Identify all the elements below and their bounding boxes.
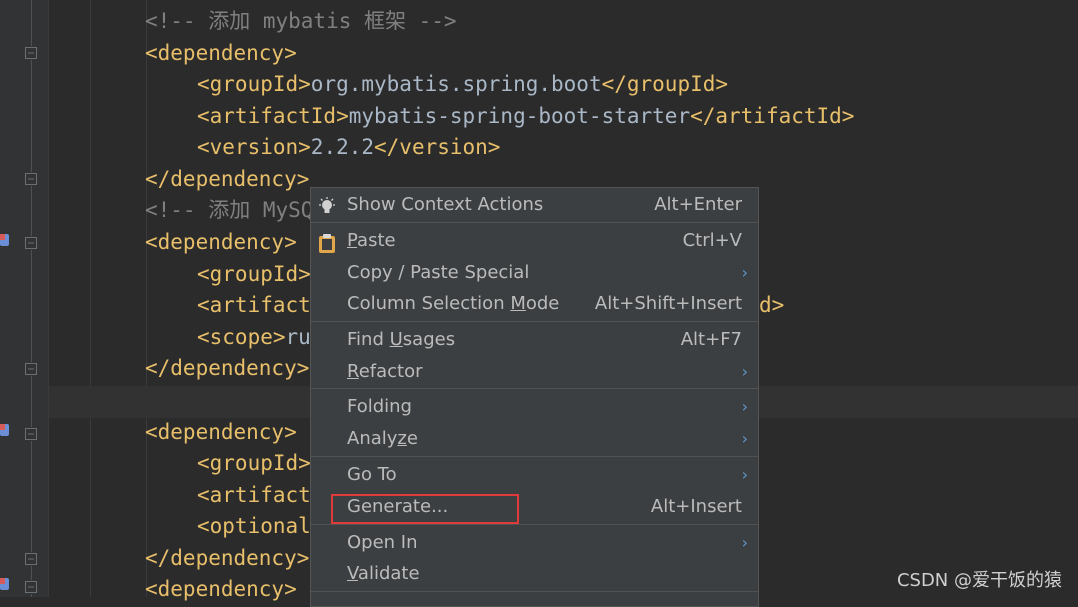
code-scope-line[interactable]: <scope>ru (197, 322, 311, 353)
code-artifactid-line[interactable]: <artifact (197, 290, 311, 321)
menu-item-label: Refactor (347, 361, 423, 382)
menu-item-refactor[interactable]: Refactor › (311, 356, 758, 388)
indent-guide (146, 0, 147, 597)
menu-separator (311, 222, 758, 223)
menu-item-go-to[interactable]: Go To › (311, 459, 758, 491)
submenu-arrow-icon: › (741, 362, 748, 381)
code-artifactid-line[interactable]: <artifact (197, 480, 311, 511)
gutter-separator (48, 0, 49, 597)
code-dependency-open[interactable]: <dependency> (145, 227, 297, 258)
code-dependency-close[interactable]: </dependency> (145, 164, 309, 195)
menu-item-show-context-actions[interactable]: Show Context Actions Alt+Enter (311, 189, 758, 221)
menu-item-label: Go To (347, 464, 397, 485)
editor-gutter (0, 0, 48, 597)
menu-item-label: Paste (347, 230, 396, 251)
fold-close-icon[interactable] (24, 172, 38, 186)
menu-item-column-selection-mode[interactable]: Column Selection Mode Alt+Shift+Insert (311, 288, 758, 320)
xml-tag: </artifactId> (690, 104, 855, 128)
menu-item-shortcut: Alt+F7 (680, 329, 742, 350)
lightbulb-icon (317, 196, 337, 216)
menu-item-folding[interactable]: Folding › (311, 391, 758, 423)
menu-item-paste[interactable]: Paste Ctrl+V (311, 225, 758, 257)
menu-item-shortcut: Alt+Insert (650, 496, 742, 517)
menu-item-label: Analyze (347, 428, 418, 449)
fold-close-icon[interactable] (24, 552, 38, 566)
menu-item-analyze[interactable]: Analyze › (311, 423, 758, 455)
menu-item-find-usages[interactable]: Find Usages Alt+F7 (311, 324, 758, 356)
fold-line (31, 0, 32, 597)
xml-tag: <version> (197, 135, 311, 159)
dependency-gutter-icon[interactable] (0, 576, 10, 592)
menu-item-label: Copy / Paste Special (347, 262, 530, 283)
submenu-arrow-icon: › (741, 397, 748, 416)
submenu-arrow-icon: › (741, 465, 748, 484)
code-dependency-close[interactable]: </dependency> (145, 353, 309, 384)
menu-item-label: Folding (347, 396, 412, 417)
menu-item-label: Show Context Actions (347, 194, 544, 215)
code-dependency-open[interactable]: <dependency> (145, 417, 297, 448)
annotation-highlight-box (331, 494, 519, 524)
xml-tag: <scope> (197, 325, 286, 349)
menu-separator (311, 388, 758, 389)
menu-item-copy-paste-special[interactable]: Copy / Paste Special › (311, 257, 758, 289)
fold-open-icon[interactable] (24, 427, 38, 441)
menu-item-label: Find Usages (347, 329, 456, 350)
code-artifactid-line[interactable]: <artifactId>mybatis-spring-boot-starter<… (197, 101, 854, 132)
xml-value: org.mybatis.spring.boot (310, 72, 602, 96)
menu-item-shortcut: Alt+Enter (654, 194, 742, 215)
code-comment[interactable]: <!-- 添加 mybatis 框架 --> (145, 6, 457, 37)
xml-value: mybatis-spring-boot-starter (348, 104, 691, 128)
xml-value: ru (285, 325, 311, 349)
code-version-line[interactable]: <version>2.2.2</version> (197, 132, 500, 163)
fold-close-icon[interactable] (24, 362, 38, 376)
menu-item-open-in[interactable]: Open In › (311, 527, 758, 559)
menu-item-shortcut: Ctrl+V (682, 230, 742, 251)
code-groupid-line[interactable]: <groupId> (197, 259, 311, 290)
indent-guide (90, 0, 91, 597)
menu-item-shortcut: Alt+Shift+Insert (594, 293, 742, 314)
xml-tag: </version> (374, 135, 501, 159)
submenu-arrow-icon: › (741, 533, 748, 552)
fold-open-icon[interactable] (24, 46, 38, 60)
code-groupid-line[interactable]: <groupId>org.mybatis.spring.boot</groupI… (197, 69, 728, 100)
submenu-arrow-icon: › (741, 263, 748, 282)
menu-item-label: Open In (347, 532, 418, 553)
context-menu: Show Context Actions Alt+Enter Paste Ctr… (310, 187, 759, 607)
xml-tag: <artifactId> (197, 104, 349, 128)
fold-open-icon[interactable] (24, 580, 38, 594)
xml-value: 2.2.2 (310, 135, 375, 159)
submenu-arrow-icon: › (741, 429, 748, 448)
code-groupid-line[interactable]: <groupId> (197, 448, 311, 479)
menu-item-label: Validate (347, 563, 420, 584)
dependency-gutter-icon[interactable] (0, 422, 10, 438)
menu-separator (311, 321, 758, 322)
clipboard-icon (317, 232, 337, 253)
xml-tag: </groupId> (601, 72, 729, 96)
code-dependency-open[interactable]: <dependency> (145, 574, 297, 605)
menu-separator (311, 456, 758, 457)
code-comment[interactable]: <!-- 添加 MySQ (145, 195, 313, 226)
code-dependency-open[interactable]: <dependency> (145, 38, 297, 69)
code-artifactid-tail[interactable]: d> (759, 290, 784, 321)
code-optional-line[interactable]: <optional (197, 511, 311, 542)
menu-separator (311, 591, 758, 592)
menu-item-validate[interactable]: Validate (311, 558, 758, 590)
watermark: CSDN @爱干饭的猿 (896, 570, 1062, 591)
xml-tag: <groupId> (197, 72, 311, 96)
menu-separator (311, 524, 758, 525)
code-dependency-close[interactable]: </dependency> (145, 543, 309, 574)
menu-item-label: Column Selection Mode (347, 293, 560, 314)
fold-open-icon[interactable] (24, 236, 38, 250)
dependency-gutter-icon[interactable] (0, 232, 10, 248)
